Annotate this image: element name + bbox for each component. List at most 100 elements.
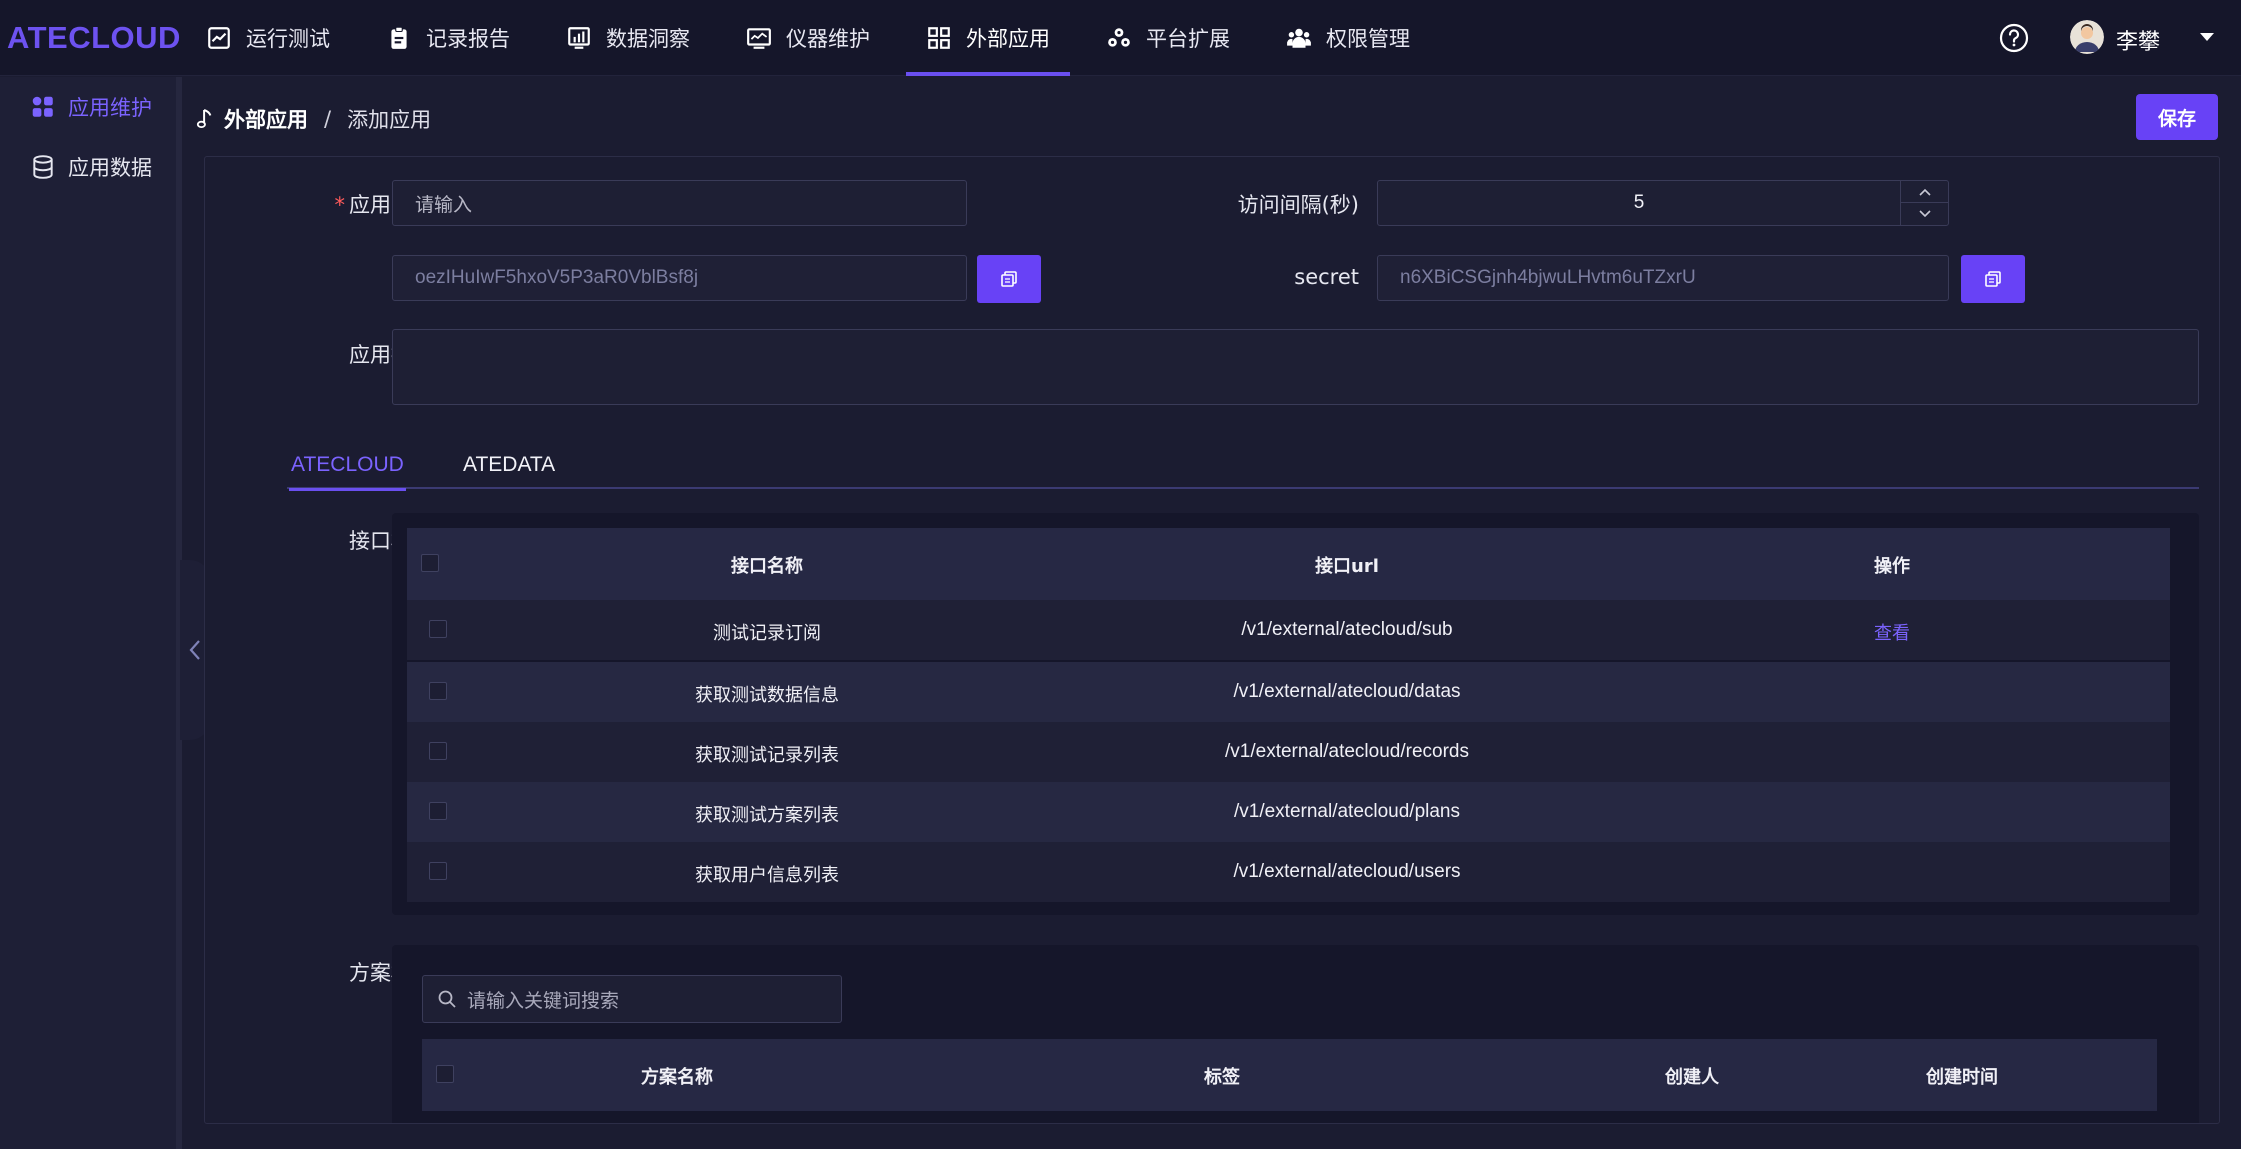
api-permissions-panel: 接口名称 接口url 操作 测试记录订阅 /v1/external/ateclo…: [392, 513, 2199, 915]
api-name: 获取测试方案列表: [695, 805, 839, 826]
row-checkbox[interactable]: [429, 742, 447, 760]
tab-bar: ATECLOUD ATEDATA: [287, 453, 2199, 491]
chevron-down-icon[interactable]: [2198, 30, 2216, 44]
user-avatar-icon: [2070, 20, 2104, 54]
monitor-icon: [747, 28, 771, 49]
avatar[interactable]: [2070, 20, 2104, 54]
apps-icon: [32, 96, 53, 117]
tab-atecloud[interactable]: ATECLOUD: [289, 453, 406, 491]
api-table-header: 接口名称 接口url 操作: [407, 528, 2170, 600]
api-name: 获取用户信息列表: [695, 865, 839, 886]
top-navbar: ATECLOUD 运行测试 记录报告 数据洞察 仪器维护 外部应用 平台扩展 权…: [0, 0, 2241, 76]
nav-item-run-test[interactable]: 运行测试: [206, 0, 330, 76]
nav-item-permission-management[interactable]: 权限管理: [1286, 0, 1410, 76]
app-logo[interactable]: ATECLOUD: [7, 20, 181, 56]
sidebar: 应用维护 应用数据: [0, 77, 182, 1149]
table-row[interactable]: 获取测试数据信息 /v1/external/atecloud/datas: [407, 662, 2170, 722]
copy-key-button[interactable]: [977, 255, 1041, 303]
breadcrumb-separator: /: [324, 107, 332, 131]
column-header: 创建时间: [1926, 1067, 1998, 1088]
table-row[interactable]: 获取测试方案列表 /v1/external/atecloud/plans: [407, 782, 2170, 842]
table-row[interactable]: 获取测试记录列表 /v1/external/atecloud/records: [407, 722, 2170, 782]
stepper-down-button[interactable]: [1901, 203, 1949, 225]
help-icon[interactable]: [1998, 22, 2030, 54]
database-icon: [33, 155, 53, 179]
breadcrumb-current: 添加应用: [347, 108, 432, 132]
nav-item-record-report[interactable]: 记录报告: [386, 0, 510, 76]
column-header: 操作: [1874, 556, 1910, 577]
api-url: /v1/external/atecloud/plans: [1233, 801, 1461, 822]
interval-stepper: [1900, 181, 1949, 225]
tab-atedata[interactable]: ATEDATA: [463, 453, 555, 489]
nav-item-data-insight[interactable]: 数据洞察: [566, 0, 690, 76]
api-url: /v1/external/atecloud/sub: [1241, 619, 1453, 640]
app-name-input[interactable]: 请输入: [392, 180, 967, 226]
nav-item-label: 记录报告: [426, 27, 510, 51]
key-field[interactable]: oezIHuIwF5hxoV5P3aR0VblBsf8j: [392, 255, 967, 301]
search-placeholder: 请输入关键词搜索: [467, 989, 620, 1012]
nav-item-platform-extension[interactable]: 平台扩展: [1106, 0, 1230, 76]
chevron-left-icon: [189, 640, 200, 660]
plan-table-header: 方案名称 标签 创建人 创建时间: [422, 1039, 2157, 1111]
column-header: 标签: [1204, 1067, 1240, 1088]
user-name[interactable]: 李攀: [2116, 24, 2160, 56]
chevron-down-icon: [1919, 210, 1931, 218]
interval-value: 5: [1633, 192, 1645, 213]
secret-field[interactable]: n6XBiCSGjnh4bjwuLHvtm6uTZxrU: [1377, 255, 1949, 301]
chart-line-icon: [208, 27, 230, 49]
plan-search-input[interactable]: 请输入关键词搜索: [422, 975, 842, 1023]
sidebar-item-app-maintenance[interactable]: 应用维护: [30, 87, 152, 127]
cluster-icon: [1108, 28, 1130, 47]
music-note-icon: [196, 109, 212, 128]
nav-item-label: 运行测试: [246, 27, 330, 51]
row-checkbox[interactable]: [429, 620, 447, 638]
select-all-checkbox[interactable]: [436, 1065, 454, 1083]
sidebar-item-app-data[interactable]: 应用数据: [30, 147, 152, 187]
required-mark: *: [334, 193, 346, 217]
search-icon: [438, 990, 456, 1008]
column-header: 接口url: [1315, 556, 1379, 577]
column-header: 创建人: [1665, 1067, 1719, 1088]
breadcrumb: 外部应用 / 添加应用: [196, 104, 431, 134]
plan-permissions-panel: 请输入关键词搜索 方案名称 标签 创建人 创建时间: [392, 945, 2199, 1123]
api-name: 测试记录订阅: [713, 623, 821, 644]
users-icon: [1287, 28, 1311, 48]
row-checkbox[interactable]: [429, 802, 447, 820]
copy-icon: [1985, 271, 2001, 287]
nav-item-instrument-maintenance[interactable]: 仪器维护: [746, 0, 870, 76]
description-textarea[interactable]: [392, 329, 2199, 405]
nav-item-external-apps[interactable]: 外部应用: [906, 0, 1070, 76]
api-url: /v1/external/atecloud/records: [1225, 741, 1469, 762]
copy-secret-button[interactable]: [1961, 255, 2025, 303]
api-name: 获取测试记录列表: [695, 745, 839, 766]
nav-item-label: 权限管理: [1326, 27, 1410, 51]
stepper-up-button[interactable]: [1901, 181, 1949, 203]
grid-icon: [928, 27, 950, 49]
app-form-card: *应用名称 请输入 访问间隔(秒) 5 key oezIHuIwF5hxoV5P…: [204, 156, 2220, 1124]
nav-item-label: 仪器维护: [786, 27, 870, 51]
bar-chart-icon: [568, 27, 590, 49]
table-row[interactable]: 获取用户信息列表 /v1/external/atecloud/users: [407, 842, 2170, 902]
view-link[interactable]: 查看: [1807, 619, 1977, 645]
copy-icon: [1001, 271, 1017, 287]
column-header: 方案名称: [641, 1067, 713, 1088]
nav-item-label: 平台扩展: [1146, 27, 1230, 51]
secret-label: secret: [1294, 265, 1359, 289]
nav-item-label: 数据洞察: [606, 27, 690, 51]
clipboard-icon: [391, 26, 407, 49]
api-url: /v1/external/atecloud/users: [1233, 861, 1461, 882]
row-checkbox[interactable]: [429, 862, 447, 880]
nav-item-label: 外部应用: [966, 27, 1050, 51]
api-name: 获取测试数据信息: [695, 685, 839, 706]
sidebar-item-label: 应用数据: [68, 156, 152, 180]
save-button[interactable]: 保存: [2136, 94, 2218, 140]
chevron-up-icon: [1919, 188, 1931, 196]
table-row[interactable]: 测试记录订阅 /v1/external/atecloud/sub 查看: [407, 600, 2170, 660]
row-checkbox[interactable]: [429, 682, 447, 700]
sidebar-item-label: 应用维护: [68, 96, 152, 120]
api-url: /v1/external/atecloud/datas: [1233, 681, 1461, 702]
interval-label: 访问间隔(秒): [1237, 193, 1359, 217]
breadcrumb-root[interactable]: 外部应用: [224, 104, 308, 134]
select-all-checkbox[interactable]: [421, 554, 439, 572]
interval-input[interactable]: 5: [1377, 180, 1949, 226]
